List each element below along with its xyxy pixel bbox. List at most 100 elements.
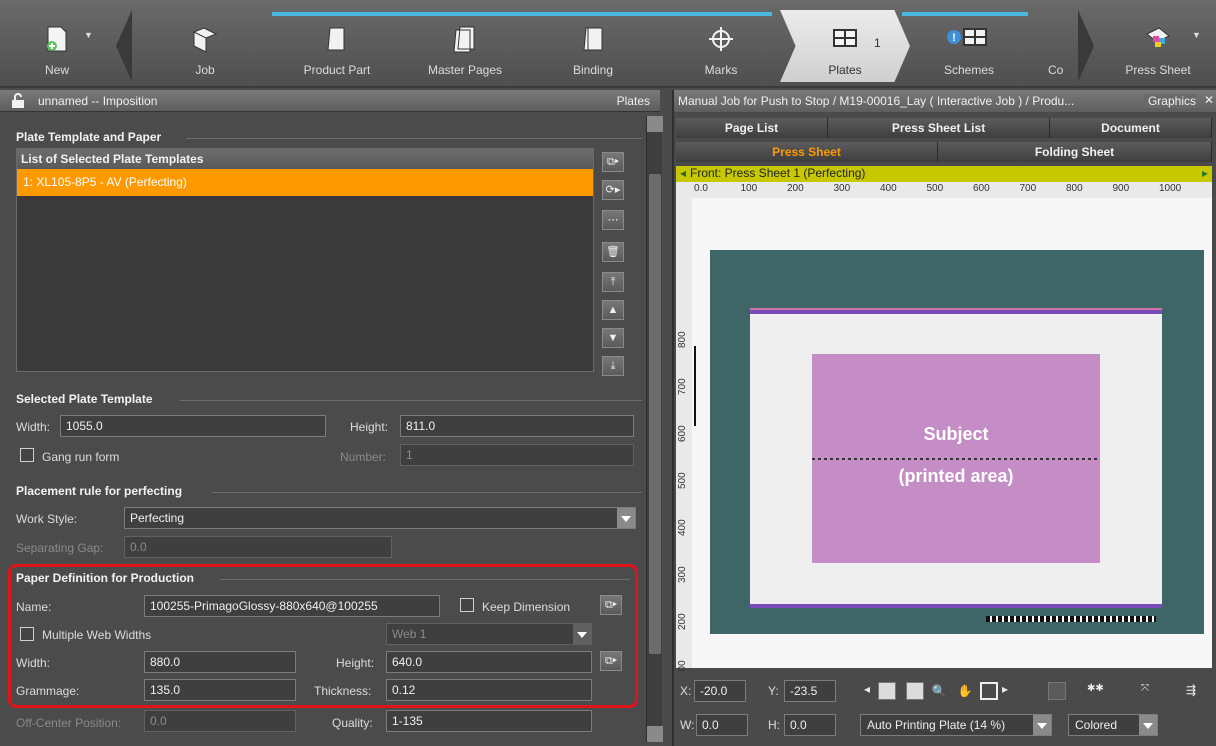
work-style-select[interactable]: Perfecting — [124, 507, 636, 529]
move-bottom-button[interactable]: ⤓ — [602, 356, 624, 376]
toolbar-scroll-left[interactable] — [116, 10, 132, 82]
section-divider — [186, 138, 642, 139]
y-label: Y: — [768, 684, 779, 698]
chevron-right-icon[interactable]: ▸ — [1002, 682, 1008, 696]
panel-tab-plates[interactable]: Plates — [617, 94, 650, 108]
gang-run-checkbox[interactable] — [20, 448, 34, 462]
add-plate-button[interactable]: ⧉▸ — [602, 152, 624, 172]
ruler-tick-label: 800 — [677, 331, 688, 348]
plates-icon — [833, 29, 857, 47]
master-pages-icon — [453, 26, 475, 53]
step-binding-label: Binding — [572, 63, 614, 77]
tab-folding-sheet[interactable]: Folding Sheet — [938, 142, 1212, 162]
new-button[interactable]: ▼ New — [22, 10, 93, 82]
chevron-left-icon[interactable]: ◂ — [680, 166, 686, 180]
x-coordinate-field[interactable]: -20.0 — [694, 680, 746, 702]
scroll-down-button[interactable] — [647, 726, 663, 742]
scroll-thumb[interactable] — [649, 174, 661, 654]
subject-area[interactable]: Subject (printed area) — [812, 354, 1100, 563]
chevron-right-icon[interactable]: ▸ — [1202, 166, 1208, 180]
zoom-icon[interactable]: 🔍 — [930, 682, 948, 700]
step-job-label: Job — [195, 63, 215, 77]
chevron-down-icon — [1139, 715, 1157, 735]
fold-line — [812, 458, 1100, 460]
ruler-tick-label: 800 — [1066, 183, 1083, 194]
step-product-part[interactable]: Product Part — [272, 10, 402, 82]
quality-field[interactable]: 1-135 — [386, 710, 592, 732]
move-up-button[interactable]: ▲ — [602, 300, 624, 320]
step-marks[interactable]: Marks — [656, 10, 786, 82]
move-top-button[interactable]: ⤒ — [602, 272, 624, 292]
toolbar-scroll-right[interactable] — [1078, 10, 1094, 82]
thickness-field[interactable]: 0.12 — [386, 679, 592, 701]
fit-icon[interactable]: ⤧ — [1136, 682, 1154, 700]
press-sheet-icon — [1146, 27, 1170, 47]
chevron-down-icon: ▼ — [84, 30, 93, 40]
thickness-label: Thickness: — [314, 684, 372, 698]
ruler-tick-label: 0.0 — [694, 183, 708, 194]
tab-press-sheet-list[interactable]: Press Sheet List — [828, 118, 1050, 138]
paper-size-button[interactable]: ⧉▸ — [600, 651, 622, 671]
settings-icon[interactable]: ✱✱ — [1086, 682, 1104, 700]
graphics-tab[interactable]: Graphics — [1143, 94, 1196, 108]
chevron-left-icon[interactable]: ◂ — [864, 682, 870, 696]
step-master-pages[interactable]: Master Pages — [400, 10, 530, 82]
svg-text:!: ! — [952, 32, 956, 44]
keep-dimension-checkbox[interactable] — [460, 598, 474, 612]
offcenter-field[interactable]: 0.0 — [144, 710, 296, 732]
press-sheet-button[interactable]: ▼ Press Sheet — [1106, 10, 1210, 82]
paper-width-field[interactable]: 880.0 — [144, 651, 296, 673]
paper-browse-button[interactable]: ⧉▸ — [600, 595, 622, 615]
color-mode-select[interactable]: Colored — [1068, 714, 1158, 736]
paper-height-field[interactable]: 640.0 — [386, 651, 592, 673]
graphics-title-bar: Manual Job for Push to Stop / M19-00016_… — [674, 90, 1216, 112]
paper-sheet[interactable]: Subject (printed area) — [750, 310, 1162, 608]
more-button[interactable]: ⋯ — [602, 210, 624, 230]
panel-scrollbar[interactable] — [646, 116, 663, 742]
refresh-plate-button[interactable]: ⟳▸ — [602, 180, 624, 200]
step-schemes[interactable]: ! Schemes — [904, 10, 1034, 82]
step-co[interactable]: Co — [1036, 10, 1070, 82]
lock-icon[interactable] — [10, 93, 26, 109]
multiple-web-checkbox[interactable] — [20, 627, 34, 641]
sheet-bottom-edge — [750, 604, 1162, 608]
plate-height-field[interactable]: 811.0 — [400, 415, 634, 437]
width-label: Width: — [16, 420, 51, 434]
step-binding[interactable]: Binding — [528, 10, 658, 82]
trash-icon[interactable]: 🗑 — [602, 242, 624, 262]
graphics-status-bar: X: -20.0 Y: -23.5 ◂ 🔍 ✋ ▸ ✱✱ ⤧ ⇶ W: 0.0 … — [676, 672, 1214, 746]
hand-icon[interactable]: ✋ — [956, 682, 974, 700]
web-select[interactable]: Web 1 — [386, 623, 592, 645]
tab-page-list[interactable]: Page List — [676, 118, 828, 138]
frame-icon[interactable] — [980, 682, 998, 700]
close-icon[interactable]: ✕ — [1204, 93, 1214, 107]
separating-gap-field[interactable]: 0.0 — [124, 536, 392, 558]
move-down-button[interactable]: ▼ — [602, 328, 624, 348]
number-field[interactable]: 1 — [400, 444, 634, 466]
tab-press-sheet[interactable]: Press Sheet — [676, 142, 938, 162]
select-arrow-icon[interactable] — [878, 682, 896, 700]
layout-icon[interactable] — [1048, 682, 1066, 700]
scroll-up-button[interactable] — [647, 116, 663, 132]
section-plate-template: Plate Template and Paper — [16, 130, 162, 144]
offcenter-label: Off-Center Position: — [16, 716, 122, 730]
section-divider — [212, 492, 642, 493]
list-item[interactable]: 1: XL105-8P5 - AV (Perfecting) — [17, 169, 593, 196]
step-plates-label: Plates — [828, 63, 862, 77]
separating-gap-label: Separating Gap: — [16, 541, 104, 555]
toggle-icon[interactable]: ⇶ — [1182, 682, 1200, 700]
tab-document[interactable]: Document — [1050, 118, 1212, 138]
grammage-field[interactable]: 135.0 — [144, 679, 296, 701]
sheet-side-label: Front: Press Sheet 1 (Perfecting) — [690, 166, 866, 180]
paper-name-field[interactable]: 100255-PrimagoGlossy-880x640@100255 — [144, 595, 440, 617]
plate-width-field[interactable]: 1055.0 — [60, 415, 326, 437]
zoom-select[interactable]: Auto Printing Plate (14 %) — [860, 714, 1052, 736]
select-object-icon[interactable] — [906, 682, 924, 700]
height-field[interactable]: 0.0 — [784, 714, 836, 736]
width-field[interactable]: 0.0 — [696, 714, 748, 736]
press-sheet-canvas[interactable]: Subject (printed area) — [692, 198, 1212, 668]
y-coordinate-field[interactable]: -23.5 — [784, 680, 836, 702]
binding-icon — [583, 27, 603, 51]
step-plates[interactable]: 1 Plates — [780, 10, 910, 82]
step-job[interactable]: Job — [140, 10, 270, 82]
